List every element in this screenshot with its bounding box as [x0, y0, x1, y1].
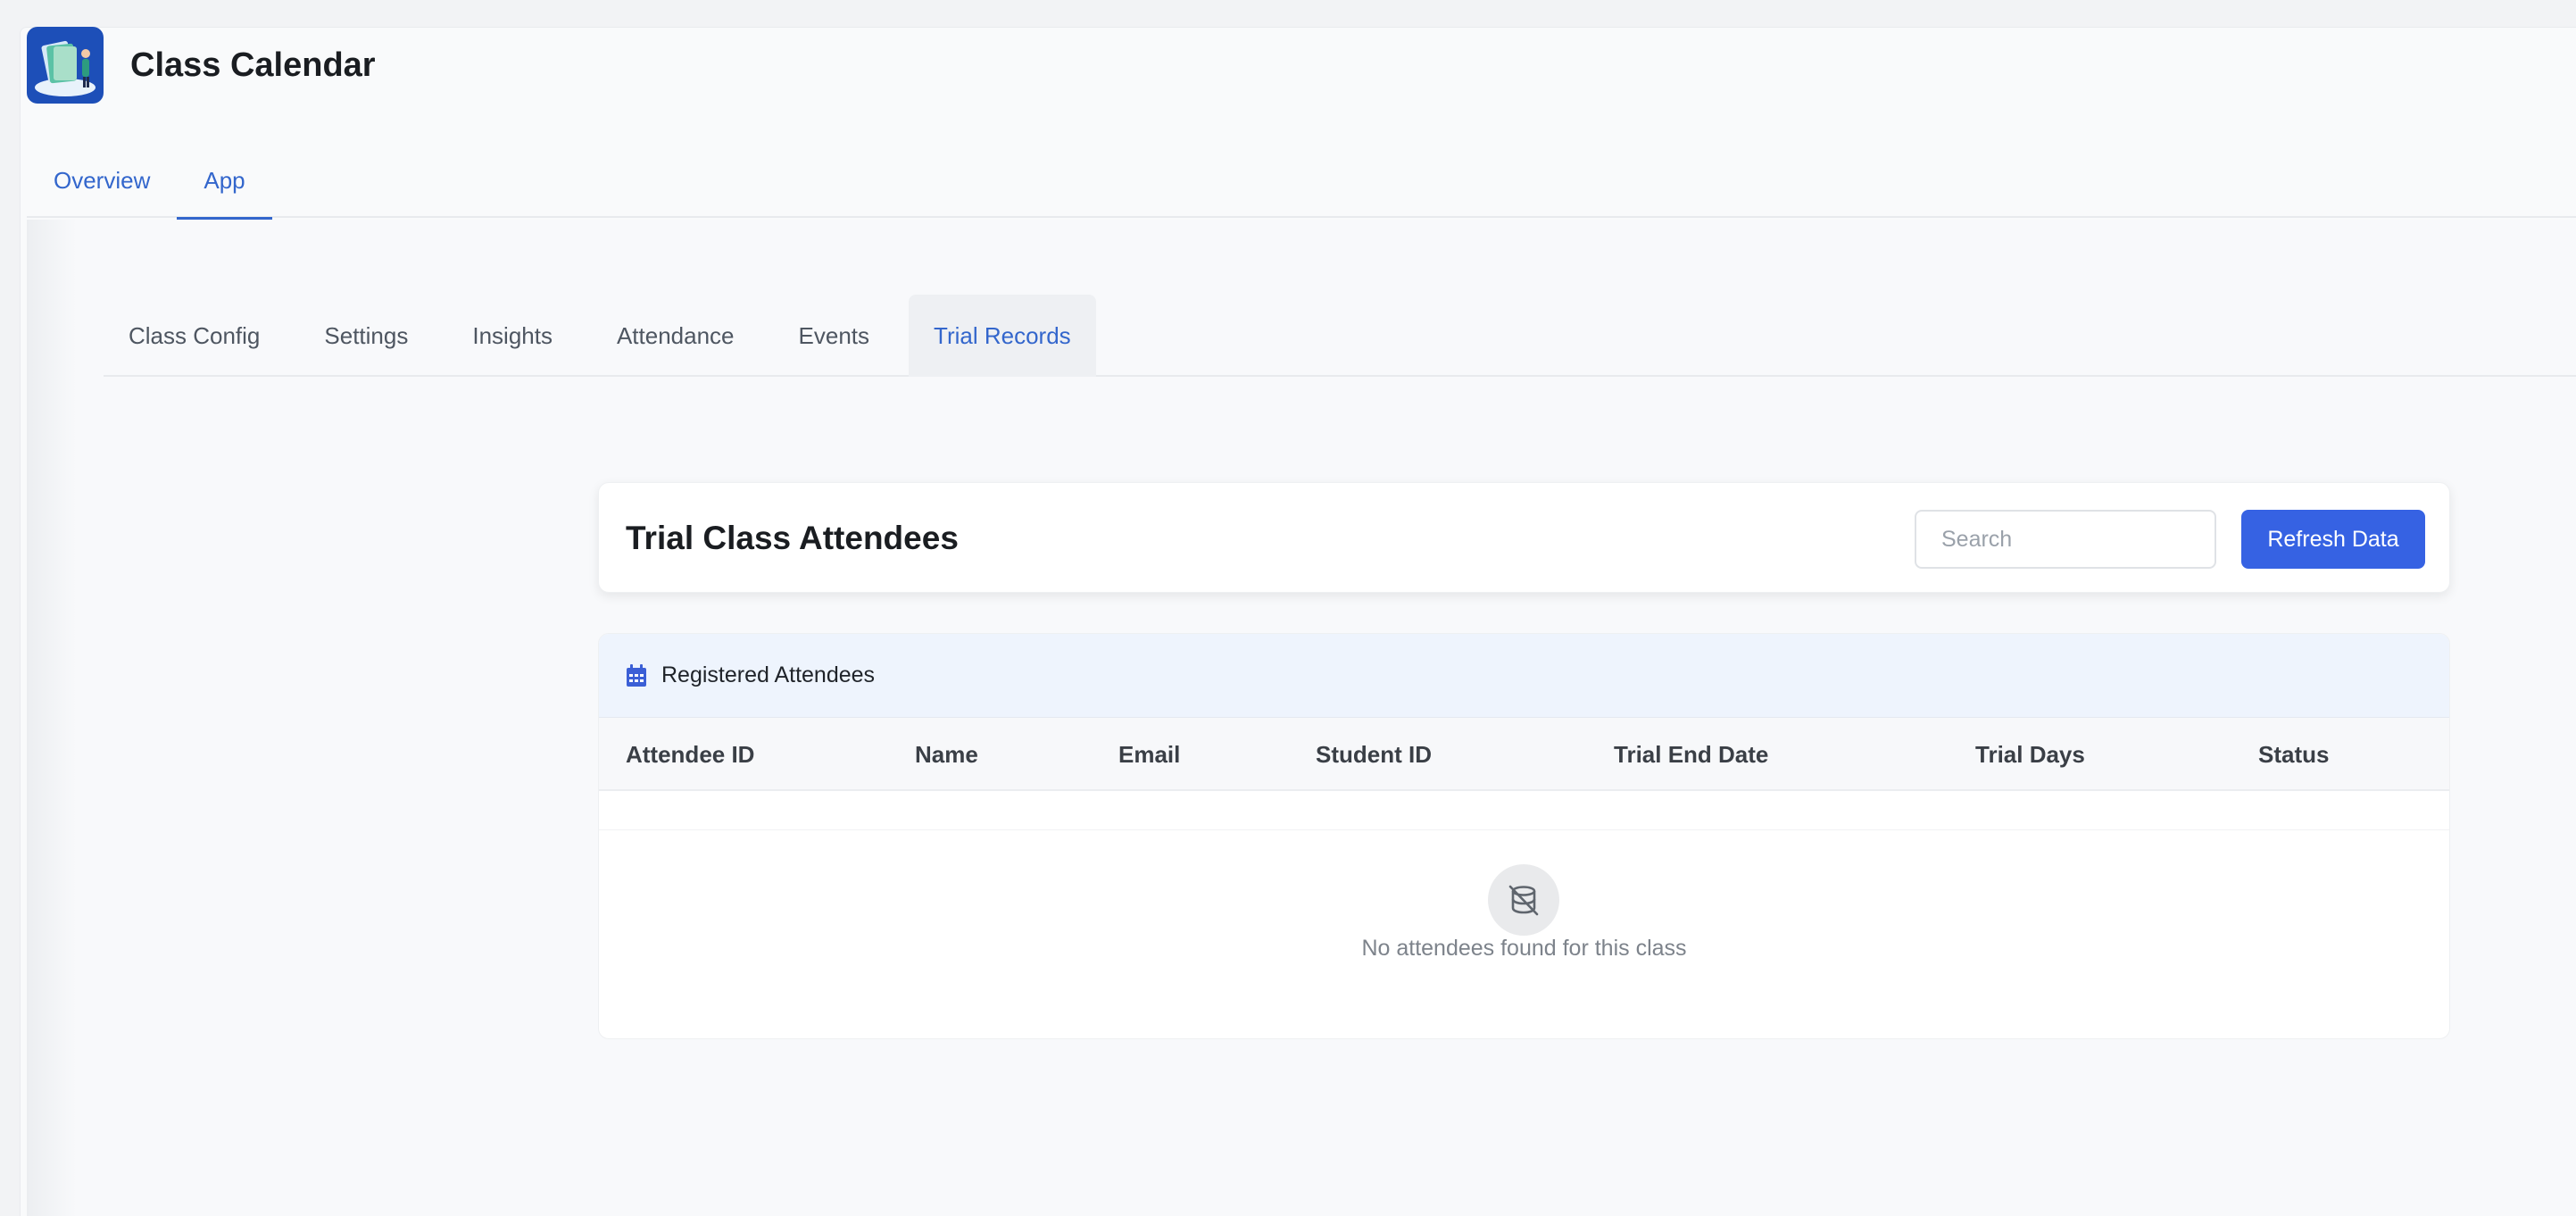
calendar-icon: [627, 663, 646, 687]
card-header-title: Registered Attendees: [661, 662, 876, 687]
tab-app[interactable]: App: [177, 143, 272, 220]
panel-title: Trial Class Attendees: [626, 520, 959, 556]
content-edge-shadow: [27, 220, 77, 1216]
column-header-trial-days[interactable]: Trial Days: [1975, 718, 2085, 791]
app-title: Class Calendar: [130, 46, 376, 84]
refresh-data-button[interactable]: Refresh Data: [2241, 510, 2425, 569]
column-header-trial-end-date[interactable]: Trial End Date: [1614, 718, 1768, 791]
empty-state-text: No attendees found for this class: [1361, 936, 1687, 961]
column-header-email[interactable]: Email: [1118, 718, 1180, 791]
tab-insights[interactable]: Insights: [447, 295, 578, 377]
table-header: Attendee ID Name Email Student ID Trial …: [599, 718, 2449, 791]
tab-events[interactable]: Events: [774, 295, 895, 377]
column-header-name[interactable]: Name: [915, 718, 978, 791]
column-header-student-id[interactable]: Student ID: [1316, 718, 1432, 791]
tab-class-config[interactable]: Class Config: [104, 295, 285, 377]
search-input[interactable]: [1915, 510, 2216, 569]
tab-settings[interactable]: Settings: [299, 295, 433, 377]
class-calendar-logo: [27, 27, 104, 104]
card-header: Registered Attendees: [599, 634, 2449, 718]
tab-attendance[interactable]: Attendance: [592, 295, 760, 377]
attendees-toolbar-panel: Trial Class Attendees Refresh Data: [598, 482, 2450, 593]
column-header-status[interactable]: Status: [2258, 718, 2329, 791]
empty-state: No attendees found for this class: [599, 830, 2449, 1038]
tab-trial-records[interactable]: Trial Records: [909, 295, 1096, 377]
table-spacer-row: [599, 791, 2449, 830]
top-tab-bar: Overview App: [27, 143, 2576, 220]
app-header: Class Calendar: [27, 27, 376, 104]
column-header-attendee-id[interactable]: Attendee ID: [626, 718, 754, 791]
attendees-table-card: Registered Attendees Attendee ID Name Em…: [598, 633, 2450, 1039]
no-data-icon: [1488, 864, 1559, 936]
sub-tab-bar: Class Config Settings Insights Attendanc…: [104, 295, 2576, 377]
tab-overview[interactable]: Overview: [27, 143, 177, 218]
